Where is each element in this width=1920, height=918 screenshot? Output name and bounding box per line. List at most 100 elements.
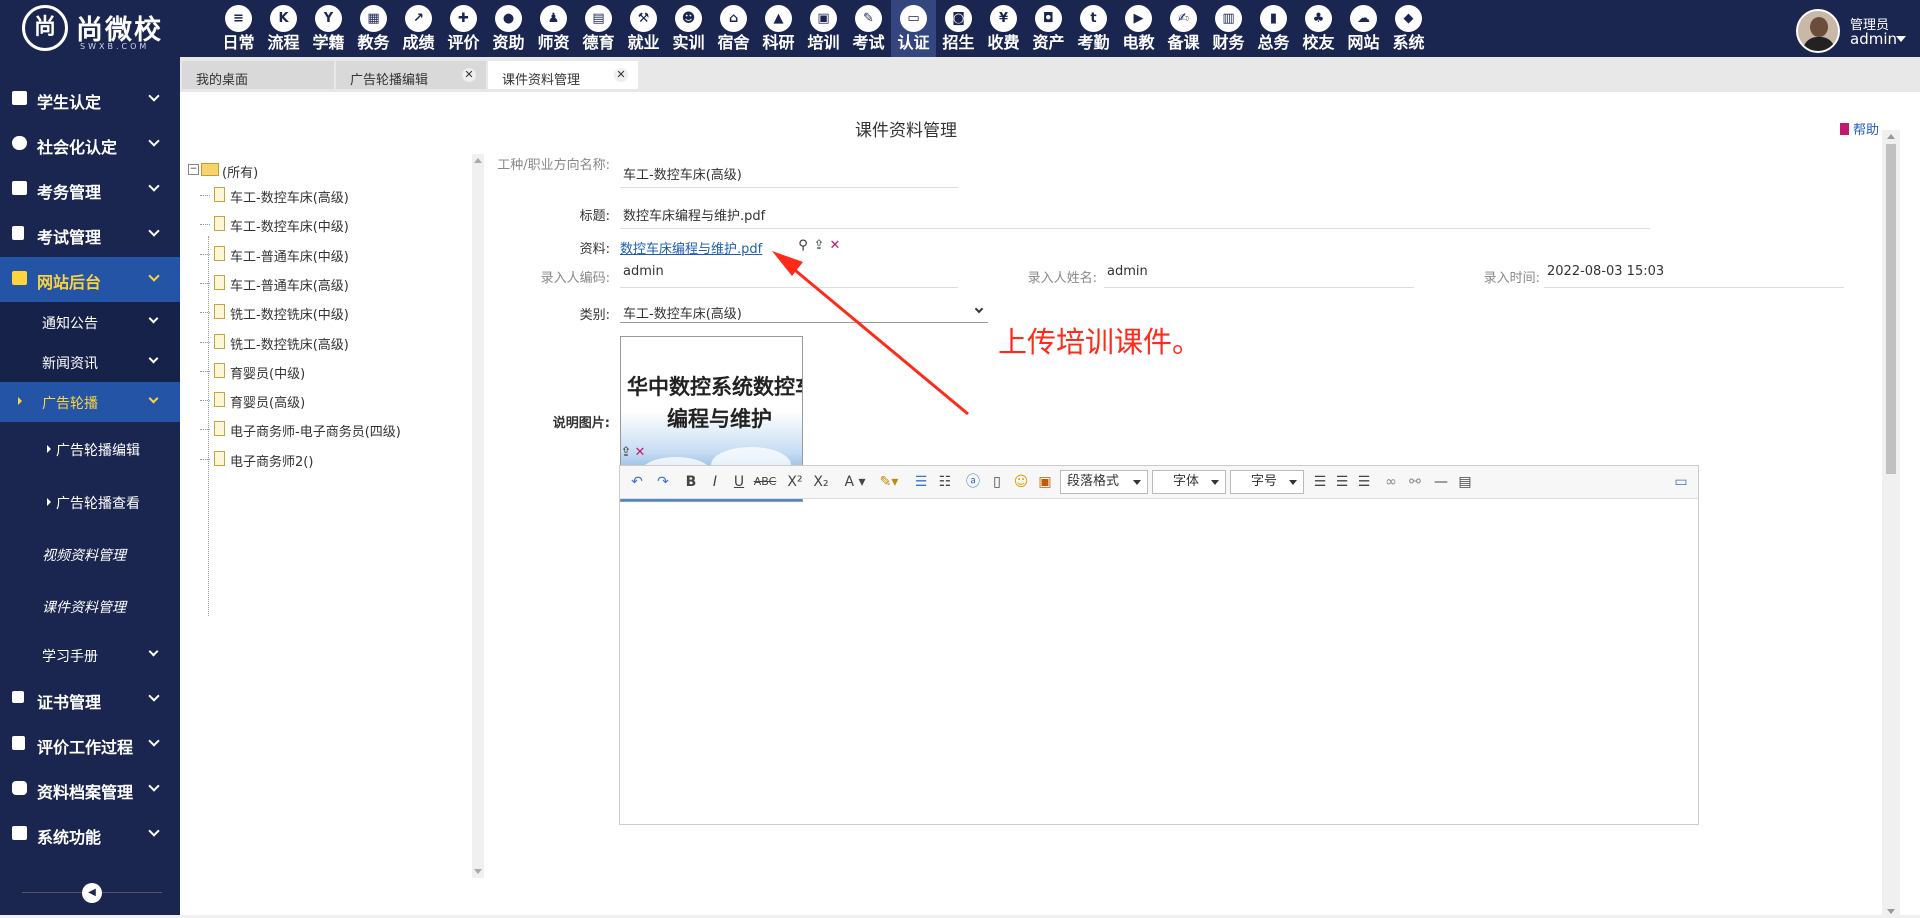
paragraph-format-select[interactable]: 段落格式 — [1060, 470, 1148, 494]
font-family-select[interactable]: 字体 — [1152, 470, 1226, 494]
page-icon[interactable]: ▯ — [986, 471, 1008, 493]
sidebar-item-ad-carousel[interactable]: 广告轮播 — [0, 382, 180, 422]
nav-item-2[interactable]: Y 学籍 — [306, 0, 351, 57]
bullet-list-icon[interactable]: ☷ — [934, 471, 956, 493]
subscript-icon[interactable]: X₂ — [810, 471, 832, 493]
tree-node[interactable]: 车工-普通车床(高级) — [188, 272, 458, 294]
highlight-icon[interactable]: ✎▾ — [874, 471, 904, 493]
link-icon[interactable]: ∞ — [1380, 471, 1402, 493]
sidebar-item-video-materials[interactable]: 视频资料管理 — [0, 528, 180, 580]
font-size-select[interactable]: 字号 — [1230, 470, 1304, 494]
category-select[interactable]: 车工-数控车床(高级) — [620, 299, 988, 323]
undo-icon[interactable]: ↶ — [626, 471, 648, 493]
sidebar-item-website-admin[interactable]: 网站后台 — [0, 257, 180, 302]
nav-item-26[interactable]: ◆ 系统 — [1386, 0, 1431, 57]
insert-image-icon[interactable]: ▣ — [1034, 471, 1056, 493]
link-text-icon[interactable]: ⓐ — [962, 471, 984, 493]
print-icon[interactable]: ▤ — [1454, 471, 1476, 493]
sidebar-item-ad-carousel-edit[interactable]: 广告轮播编辑 — [0, 422, 180, 475]
redo-icon[interactable]: ↷ — [652, 471, 674, 493]
nav-item-0[interactable]: ≡ 日常 — [216, 0, 261, 57]
close-icon[interactable]: ✕ — [462, 68, 476, 82]
underline-icon[interactable]: U — [728, 471, 750, 493]
tab-courseware[interactable]: 课件资料管理 ✕ — [488, 61, 638, 89]
tree-node[interactable]: 车工-数控车床(中级) — [188, 213, 458, 235]
nav-item-16[interactable]: ◙ 招生 — [936, 0, 981, 57]
sidebar-item-system[interactable]: 系统功能 — [0, 812, 180, 857]
sidebar-item-eval-process[interactable]: 评价工作过程 — [0, 722, 180, 767]
strikethrough-icon[interactable]: ABC — [752, 471, 778, 493]
sidebar-collapse[interactable]: ◀ — [22, 883, 162, 903]
nav-item-17[interactable]: ¥ 收费 — [981, 0, 1026, 57]
sidebar-item-news[interactable]: 新闻资讯 — [0, 342, 180, 382]
file-link[interactable]: 数控车床编程与维护.pdf — [620, 238, 762, 257]
tree-node[interactable]: 电子商务师-电子商务员(四级) — [188, 418, 458, 440]
avatar[interactable] — [1796, 9, 1840, 53]
nav-item-24[interactable]: ♣ 校友 — [1296, 0, 1341, 57]
tree-node[interactable]: 电子商务师2() — [188, 448, 458, 470]
nav-item-11[interactable]: ⌂ 宿舍 — [711, 0, 756, 57]
nav-item-10[interactable]: ☻ 实训 — [666, 0, 711, 57]
sidebar-item-archives[interactable]: 资料档案管理 — [0, 767, 180, 812]
sidebar-item-notices[interactable]: 通知公告 — [0, 302, 180, 342]
nav-item-22[interactable]: ▥ 财务 — [1206, 0, 1251, 57]
ordered-list-icon[interactable]: ☰ — [910, 471, 932, 493]
superscript-icon[interactable]: X² — [784, 471, 806, 493]
align-center-icon[interactable]: ☰ — [1332, 471, 1352, 493]
fullscreen-icon[interactable]: ▭ — [1670, 471, 1692, 493]
nav-item-6[interactable]: ● 资助 — [486, 0, 531, 57]
rich-text-editor[interactable]: ↶ ↷ B I U ABC X² X₂ A ▾ ✎▾ ☰ ☷ ⓐ ▯ ☺ ▣ 段… — [619, 465, 1699, 825]
nav-item-14[interactable]: ✎ 考试 — [846, 0, 891, 57]
align-right-icon[interactable]: ☰ — [1354, 471, 1374, 493]
tree-node[interactable]: 车工-数控车床(高级) — [188, 184, 458, 206]
nav-item-1[interactable]: K 流程 — [261, 0, 306, 57]
tree-node[interactable]: 育婴员(高级) — [188, 389, 458, 411]
nav-item-7[interactable]: ♟ 师资 — [531, 0, 576, 57]
tree-root[interactable]: − (所有) — [188, 159, 388, 181]
tab-desktop[interactable]: 我的桌面 — [182, 61, 334, 89]
main-scrollbar[interactable] — [1882, 130, 1900, 918]
delete-image-icon[interactable]: ✕ — [634, 446, 646, 460]
emoji-icon[interactable]: ☺ — [1010, 471, 1032, 493]
close-icon[interactable]: ✕ — [614, 68, 628, 82]
nav-item-18[interactable]: ◘ 资产 — [1026, 0, 1071, 57]
nav-item-15[interactable]: ▭ 认证 — [891, 0, 936, 57]
nav-item-19[interactable]: t 考勤 — [1071, 0, 1116, 57]
nav-item-13[interactable]: ▣ 培训 — [801, 0, 846, 57]
nav-item-25[interactable]: ☁ 网站 — [1341, 0, 1386, 57]
caret-down-icon[interactable] — [1896, 36, 1906, 42]
nav-item-4[interactable]: ↗ 成绩 — [396, 0, 441, 57]
help-link[interactable]: 帮助 — [1840, 119, 1879, 138]
nav-item-9[interactable]: ⚒ 就业 — [621, 0, 666, 57]
upload-image-icon[interactable]: ⇪ — [620, 446, 632, 460]
search-icon[interactable]: ⚲ — [796, 239, 810, 253]
sidebar-item-exam-affairs[interactable]: 考务管理 — [0, 167, 180, 212]
horizontal-rule-icon[interactable]: — — [1430, 471, 1452, 493]
tree-scrollbar[interactable] — [472, 154, 484, 878]
nav-item-12[interactable]: ▲ 科研 — [756, 0, 801, 57]
tree-collapse-icon[interactable]: − — [188, 164, 199, 175]
nav-item-20[interactable]: ▶ 电教 — [1116, 0, 1161, 57]
sidebar-item-courseware[interactable]: 课件资料管理 — [0, 580, 180, 632]
tab-ad-carousel-edit[interactable]: 广告轮播编辑 ✕ — [336, 61, 486, 89]
collapse-left-icon[interactable]: ◀ — [82, 883, 102, 903]
sidebar-item-social-cert[interactable]: 社会化认定 — [0, 122, 180, 167]
sidebar-item-certificates[interactable]: 证书管理 — [0, 677, 180, 722]
title-field[interactable]: 数控车床编程与维护.pdf — [620, 205, 1650, 229]
sidebar-item-student-cert[interactable]: 学生认定 — [0, 77, 180, 122]
user-menu[interactable]: 管理员 admin — [1796, 6, 1920, 53]
sidebar-item-exam-mgmt[interactable]: 考试管理 — [0, 212, 180, 257]
upload-icon[interactable]: ⇪ — [812, 239, 826, 253]
italic-icon[interactable]: I — [704, 471, 726, 493]
nav-item-21[interactable]: ✍ 备课 — [1161, 0, 1206, 57]
sidebar-item-ad-carousel-view[interactable]: 广告轮播查看 — [0, 475, 180, 528]
nav-item-5[interactable]: ✚ 评价 — [441, 0, 486, 57]
tree-node[interactable]: 车工-普通车床(中级) — [188, 243, 458, 265]
delete-icon[interactable]: ✕ — [828, 239, 842, 253]
align-left-icon[interactable]: ☰ — [1310, 471, 1330, 493]
nav-item-3[interactable]: ▦ 教务 — [351, 0, 396, 57]
font-color-icon[interactable]: A ▾ — [840, 471, 870, 493]
tree-node[interactable]: 育婴员(中级) — [188, 360, 458, 382]
sidebar-item-study-manual[interactable]: 学习手册 — [0, 635, 180, 675]
tree-node[interactable]: 铣工-数控铣床(中级) — [188, 301, 458, 323]
